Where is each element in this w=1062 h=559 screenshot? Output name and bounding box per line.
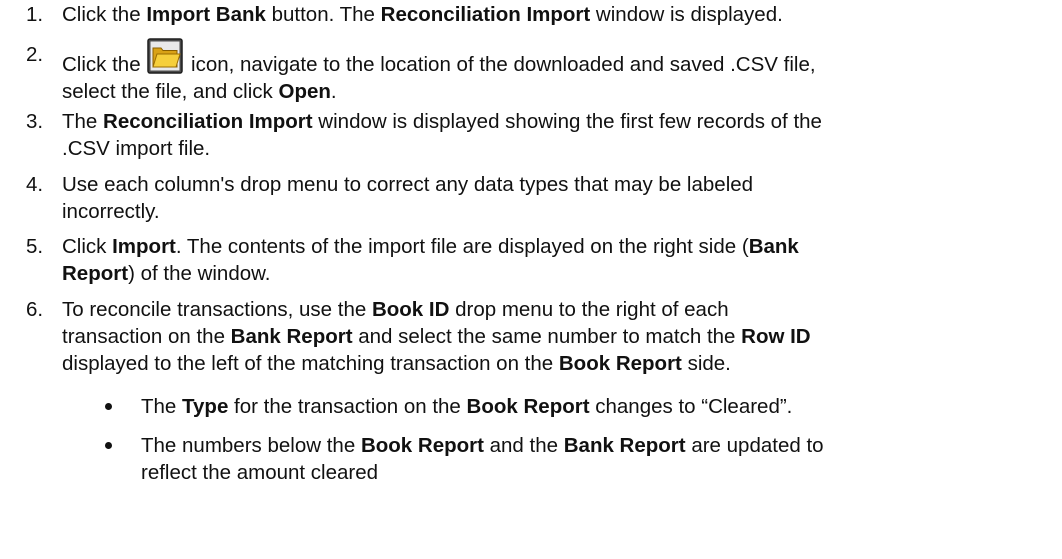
text-run: select the file, and click [62,80,279,103]
text-run: incorrectly. [62,200,160,223]
bullet-dot [105,442,112,449]
bold-term: Import [112,235,176,258]
bold-term: Reconciliation Import [380,3,591,26]
bold-term: Book Report [558,352,682,375]
step-text: Use each column's drop menu to correct a… [62,171,1057,225]
text-run: for the transaction on the [228,395,467,418]
bullet-text: The numbers below the Book Report and th… [141,432,1046,486]
bold-term: Import Bank [146,3,266,26]
text-run: Click the [62,3,147,26]
text-run: The [141,395,183,418]
bullet-dot [105,403,112,410]
text-run: icon, navigate to the location of the do… [185,53,816,76]
step-text: To reconcile transactions, use the Book … [62,296,1057,377]
step-text: The Reconciliation Import window is disp… [62,108,1057,162]
text-run: and select the same number to match the [352,325,742,348]
text-run: drop menu to the right of each [449,298,729,321]
step-number: 6. [26,298,44,321]
text-run: side. [681,352,731,375]
instruction-document: 1. Click the Import Bank button. The Rec… [0,0,1062,559]
bold-term: Bank Report [230,325,353,348]
text-run: displayed to the left of the matching tr… [62,352,559,375]
bold-term: Bank [748,235,799,258]
text-run: Click the [62,53,147,76]
bullet-text: The Type for the transaction on the Book… [141,393,1046,420]
bold-term: Row ID [741,325,811,348]
text-run: The numbers below the [141,434,361,457]
step-text: Click Import. The contents of the import… [62,233,1057,287]
bold-term: Book ID [371,298,450,321]
folder-open-icon [147,38,184,74]
step-number: 1. [26,3,44,26]
text-run: ) of the window. [128,262,271,285]
bold-term: Book Report [360,434,484,457]
text-run: transaction on the [62,325,231,348]
bold-term: Reconciliation Import [103,110,313,133]
bold-term: Report [62,262,129,285]
text-run: Click [62,235,113,258]
step-number: 5. [26,235,44,258]
text-run: reflect the amount cleared [141,461,379,484]
text-run: The [62,110,104,133]
text-run: button. The [265,3,381,26]
text-run: window is displayed. [590,3,783,26]
text-run: .CSV import file. [62,137,211,160]
step-number: 4. [26,173,44,196]
step-text: Click the Import Bank button. The Reconc… [62,1,1057,28]
text-run: To reconcile transactions, use the [62,298,372,321]
step-number: 2. [26,43,44,66]
bold-term: Book Report [466,395,590,418]
text-run: . [330,80,337,103]
bold-term: Type [182,395,229,418]
step-number: 3. [26,110,44,133]
bold-term: Open [278,80,331,103]
step-text: Click the icon, navigate to the location… [62,38,1057,105]
text-run: changes to “Cleared”. [589,395,793,418]
text-run: . The contents of the import file are di… [175,235,749,258]
text-run: and the [483,434,564,457]
bold-term: Bank Report [563,434,686,457]
text-run: are updated to [685,434,824,457]
text-run: window is displayed showing the first fe… [312,110,822,133]
text-run: Use each column's drop menu to correct a… [62,173,754,196]
